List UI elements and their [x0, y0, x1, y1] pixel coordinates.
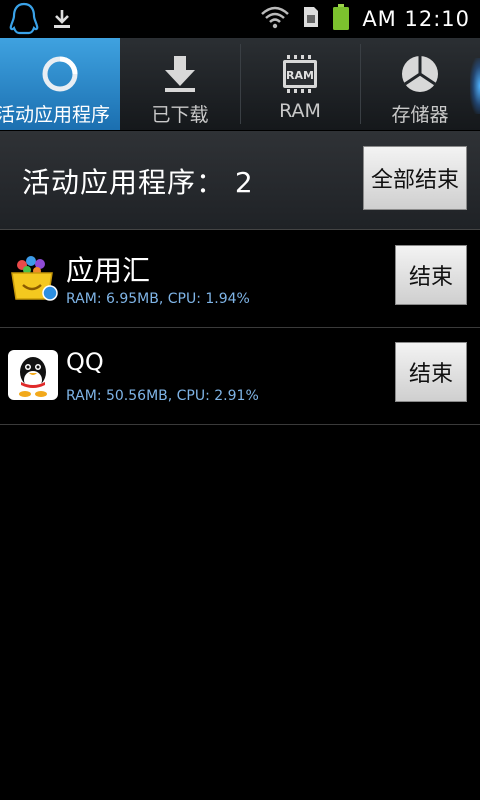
tab-storage[interactable]: 存储器 — [360, 38, 480, 130]
clock: AM 12:10 — [362, 7, 470, 31]
running-apps-header: 活动应用程序： 2 全部结束 — [0, 131, 480, 230]
app-name: QQ — [66, 348, 104, 376]
download-icon — [52, 8, 72, 34]
end-app-button[interactable]: 结束 — [395, 342, 467, 402]
storage-pie-icon — [400, 54, 440, 94]
running-apps-count: 活动应用程序： 2 — [22, 166, 254, 199]
tab-label: 已下载 — [151, 104, 209, 126]
app-row-appchina[interactable]: 应用汇 RAM: 6.95MB, CPU: 1.94% 结束 — [0, 231, 480, 328]
tab-label: 存储器 — [391, 104, 449, 126]
app-name: 应用汇 — [66, 254, 151, 287]
wifi-icon — [260, 5, 290, 33]
end-all-button[interactable]: 全部结束 — [363, 146, 467, 210]
ram-chip-icon: RAM — [280, 54, 320, 94]
qq-notification-icon[interactable] — [8, 2, 40, 40]
end-app-button[interactable]: 结束 — [395, 245, 467, 305]
app-usage-stats: RAM: 6.95MB, CPU: 1.94% — [66, 291, 250, 307]
running-apps-icon — [40, 54, 80, 94]
tab-ram[interactable]: RAM RAM — [240, 38, 360, 130]
tab-running-apps[interactable]: 活动应用程序 — [0, 38, 120, 130]
tab-label: RAM — [279, 100, 321, 122]
tab-downloaded[interactable]: 已下载 — [120, 38, 240, 130]
sim-icon — [302, 5, 320, 33]
battery-icon — [332, 3, 350, 35]
scroll-glow — [470, 58, 480, 114]
app-row-qq[interactable]: QQ RAM: 50.56MB, CPU: 2.91% 结束 — [0, 328, 480, 425]
download-arrow-icon — [163, 54, 197, 94]
appchina-icon — [8, 253, 58, 303]
status-bar: AM 12:10 — [0, 0, 480, 38]
tab-label: 活动应用程序 — [0, 104, 110, 126]
tab-bar: 活动应用程序 已下载 RAM RAM 存储器 — [0, 38, 480, 131]
svg-text:RAM: RAM — [286, 69, 314, 82]
app-usage-stats: RAM: 50.56MB, CPU: 2.91% — [66, 388, 259, 404]
qq-penguin-icon — [8, 350, 58, 400]
